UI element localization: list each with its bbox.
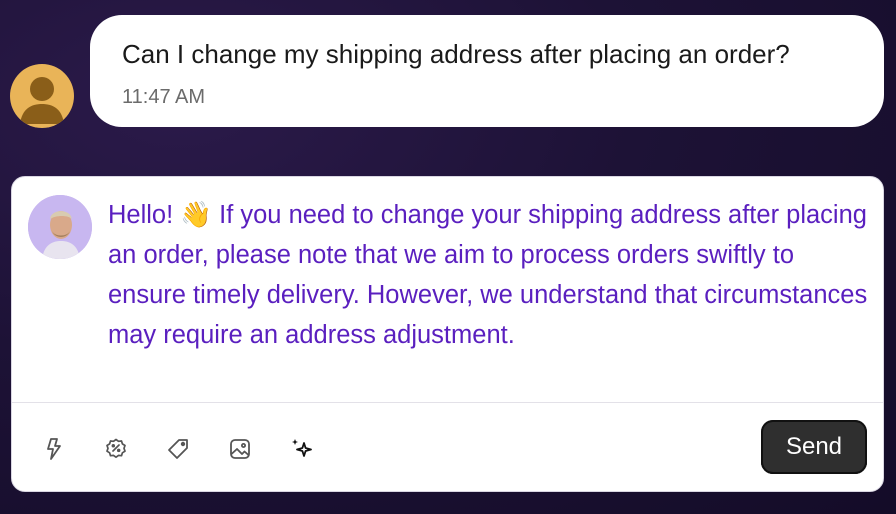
customer-message-bubble: Can I change my shipping address after p… <box>90 15 884 127</box>
agent-avatar <box>28 195 92 259</box>
customer-message-text: Can I change my shipping address after p… <box>122 39 790 69</box>
reply-composer: Hello! 👋 If you need to change your ship… <box>11 176 884 492</box>
discount-icon[interactable] <box>100 433 132 465</box>
customer-avatar <box>10 64 74 128</box>
lightning-icon[interactable] <box>38 433 70 465</box>
person-icon <box>20 77 64 124</box>
reply-text-area[interactable]: Hello! 👋 If you need to change your ship… <box>108 195 878 355</box>
message-timestamp: 11:47 AM <box>122 86 206 108</box>
image-icon[interactable] <box>224 433 256 465</box>
composer-divider <box>12 402 883 403</box>
sparkle-icon[interactable] <box>286 433 318 465</box>
tag-icon[interactable] <box>162 433 194 465</box>
send-button[interactable]: Send <box>761 420 867 474</box>
composer-toolbar <box>38 433 348 465</box>
agent-photo-icon <box>28 195 92 259</box>
